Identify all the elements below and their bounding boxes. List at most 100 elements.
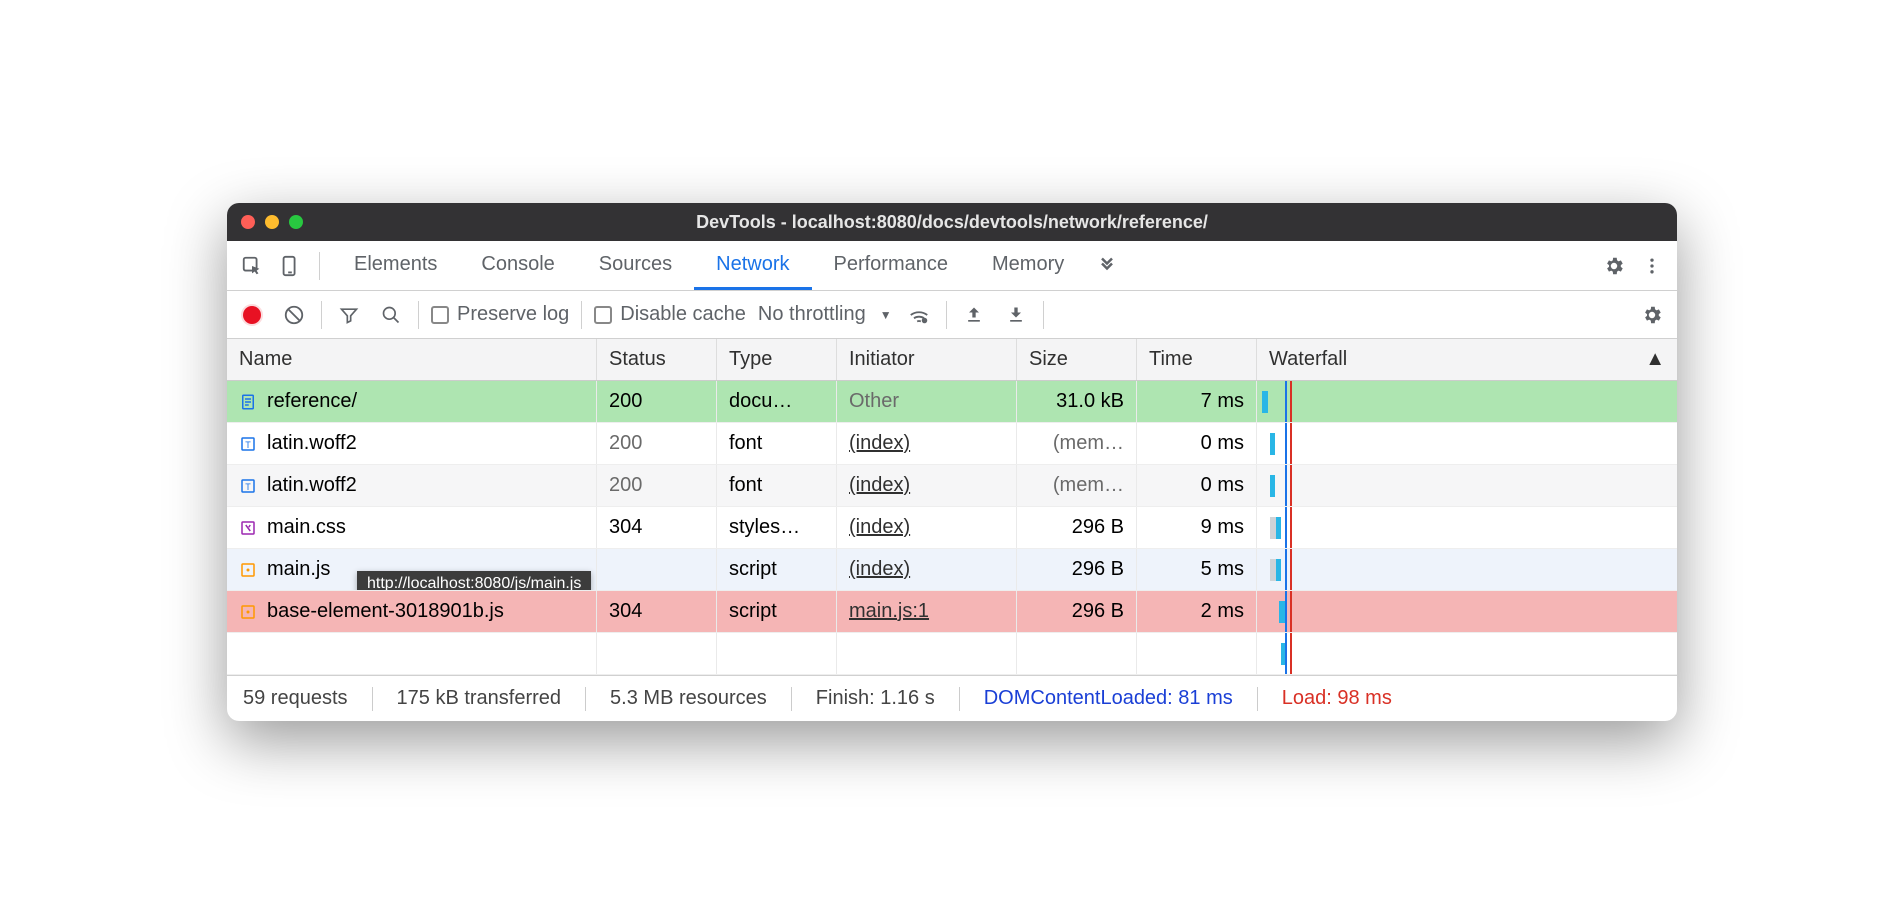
cell-time: 7 ms: [1137, 381, 1257, 422]
svg-text:T: T: [245, 481, 251, 491]
maximize-window-button[interactable]: [289, 215, 303, 229]
col-time[interactable]: Time: [1137, 339, 1257, 380]
status-transferred: 175 kB transferred: [397, 687, 562, 710]
cell-status: 304: [597, 591, 717, 632]
window-title: DevTools - localhost:8080/docs/devtools/…: [696, 212, 1208, 233]
disable-cache-label: Disable cache: [620, 303, 746, 326]
throttling-value: No throttling: [758, 303, 866, 326]
cell-initiator[interactable]: (index): [837, 465, 1017, 506]
network-settings-icon[interactable]: [1637, 300, 1667, 330]
cell-initiator[interactable]: main.js:1: [837, 591, 1017, 632]
disable-cache-checkbox[interactable]: Disable cache: [594, 303, 746, 326]
status-finish: Finish: 1.16 s: [816, 687, 935, 710]
cell-waterfall: [1257, 549, 1677, 590]
status-bar: 59 requests 175 kB transferred 5.3 MB re…: [227, 675, 1677, 721]
cell-size: 296 B: [1017, 507, 1137, 548]
tab-memory[interactable]: Memory: [970, 241, 1086, 290]
status-load: Load: 98 ms: [1282, 687, 1392, 710]
traffic-lights: [241, 215, 303, 229]
tab-performance[interactable]: Performance: [812, 241, 971, 290]
file-name: reference/: [267, 390, 357, 413]
tab-elements[interactable]: Elements: [332, 241, 459, 290]
cell-time: 5 ms: [1137, 549, 1257, 590]
caret-down-icon: ▼: [880, 308, 892, 322]
table-row[interactable]: main.css304styles…(index)296 B9 ms: [227, 507, 1677, 549]
cell-size: 31.0 kB: [1017, 381, 1137, 422]
cell-type: font: [717, 465, 837, 506]
cell-type: font: [717, 423, 837, 464]
preserve-log-checkbox[interactable]: Preserve log: [431, 303, 569, 326]
cell-waterfall: [1257, 465, 1677, 506]
file-name: latin.woff2: [267, 432, 357, 455]
network-toolbar: Preserve log Disable cache No throttling…: [227, 291, 1677, 339]
col-size[interactable]: Size: [1017, 339, 1137, 380]
empty-row: [227, 633, 1677, 675]
cell-type: script: [717, 549, 837, 590]
status-requests: 59 requests: [243, 687, 348, 710]
cell-status: 200: [597, 465, 717, 506]
tooltip: http://localhost:8080/js/main.js: [357, 571, 591, 590]
col-initiator[interactable]: Initiator: [837, 339, 1017, 380]
record-button[interactable]: [237, 300, 267, 330]
table-header: Name Status Type Initiator Size Time Wat…: [227, 339, 1677, 381]
separator: [946, 301, 947, 329]
css-file-icon: [239, 519, 257, 537]
cell-initiator: Other: [837, 381, 1017, 422]
separator: [1043, 301, 1044, 329]
preserve-log-label: Preserve log: [457, 303, 569, 326]
cell-status: 200: [597, 423, 717, 464]
download-har-icon[interactable]: [1001, 300, 1031, 330]
minimize-window-button[interactable]: [265, 215, 279, 229]
panel-tabs: ElementsConsoleSourcesNetworkPerformance…: [332, 241, 1086, 290]
table-row[interactable]: reference/200docu…Other31.0 kB7 ms: [227, 381, 1677, 423]
font-file-icon: T: [239, 477, 257, 495]
table-row[interactable]: Tlatin.woff2200font(index)(mem…0 ms: [227, 423, 1677, 465]
cell-initiator[interactable]: (index): [837, 507, 1017, 548]
cell-size: 296 B: [1017, 591, 1137, 632]
cell-waterfall: [1257, 591, 1677, 632]
cell-size: 296 B: [1017, 549, 1137, 590]
cell-type: script: [717, 591, 837, 632]
filter-icon[interactable]: [334, 300, 364, 330]
col-name[interactable]: Name: [227, 339, 597, 380]
cell-waterfall: [1257, 423, 1677, 464]
titlebar: DevTools - localhost:8080/docs/devtools/…: [227, 203, 1677, 241]
devtools-window: DevTools - localhost:8080/docs/devtools/…: [227, 203, 1677, 721]
throttling-dropdown[interactable]: No throttling ▼: [758, 303, 892, 326]
table-row[interactable]: main.jshttp://localhost:8080/js/main.js s…: [227, 549, 1677, 591]
table-row[interactable]: Tlatin.woff2200font(index)(mem…0 ms: [227, 465, 1677, 507]
tab-sources[interactable]: Sources: [577, 241, 694, 290]
close-window-button[interactable]: [241, 215, 255, 229]
network-conditions-icon[interactable]: [904, 300, 934, 330]
separator: [321, 301, 322, 329]
col-type[interactable]: Type: [717, 339, 837, 380]
js-file-icon: [239, 561, 257, 579]
svg-text:T: T: [245, 439, 251, 449]
more-tabs-icon[interactable]: [1090, 249, 1124, 283]
status-dcl: DOMContentLoaded: 81 ms: [984, 687, 1233, 710]
upload-har-icon[interactable]: [959, 300, 989, 330]
table-row[interactable]: base-element-3018901b.js 304scriptmain.js…: [227, 591, 1677, 633]
cell-name: main.jshttp://localhost:8080/js/main.js: [227, 549, 597, 590]
cell-time: 2 ms: [1137, 591, 1257, 632]
separator: [319, 252, 320, 280]
cell-status: [597, 549, 717, 590]
cell-time: 9 ms: [1137, 507, 1257, 548]
device-toolbar-icon[interactable]: [273, 249, 307, 283]
kebab-menu-icon[interactable]: [1635, 249, 1669, 283]
file-name: base-element-3018901b.js: [267, 600, 504, 623]
cell-initiator[interactable]: (index): [837, 423, 1017, 464]
file-name: main.css: [267, 516, 346, 539]
settings-icon[interactable]: [1597, 249, 1631, 283]
cell-initiator[interactable]: (index): [837, 549, 1017, 590]
col-waterfall[interactable]: Waterfall ▲: [1257, 339, 1677, 380]
cell-waterfall: [1257, 507, 1677, 548]
search-icon[interactable]: [376, 300, 406, 330]
col-status[interactable]: Status: [597, 339, 717, 380]
tab-network[interactable]: Network: [694, 241, 811, 290]
network-table: Name Status Type Initiator Size Time Wat…: [227, 339, 1677, 675]
cell-status: 200: [597, 381, 717, 422]
inspect-element-icon[interactable]: [235, 249, 269, 283]
clear-icon[interactable]: [279, 300, 309, 330]
tab-console[interactable]: Console: [459, 241, 576, 290]
